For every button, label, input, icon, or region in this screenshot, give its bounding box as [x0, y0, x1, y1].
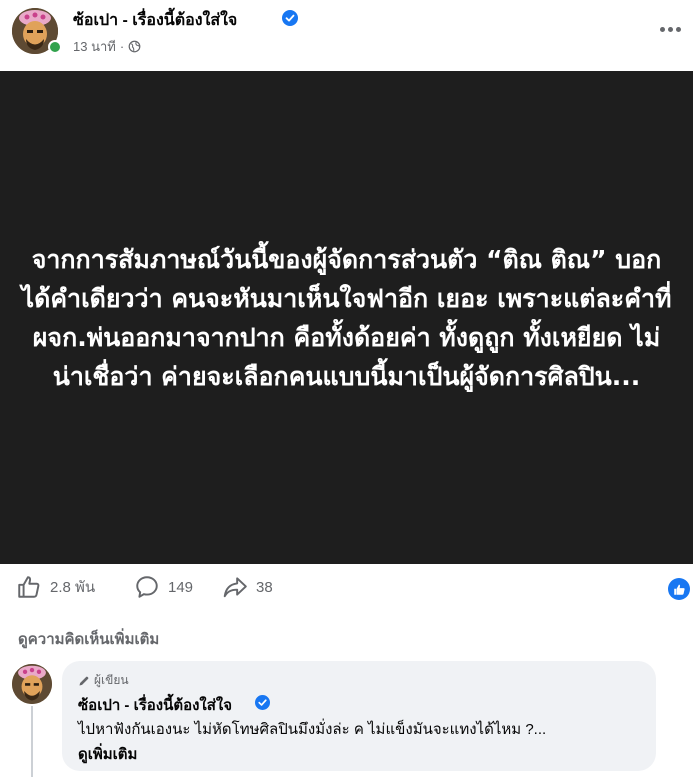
- reaction-thumb-icon: [673, 584, 685, 595]
- comment-button[interactable]: 149: [134, 574, 193, 600]
- comment-icon: [136, 576, 158, 598]
- verified-badge-icon: [282, 10, 298, 26]
- comment-thread-line: [31, 706, 33, 777]
- like-count: 2.8 พัน: [50, 579, 96, 596]
- post-time[interactable]: 13 นาที: [73, 36, 116, 57]
- more-options-icon: [659, 26, 665, 32]
- like-button[interactable]: 2.8 พัน: [16, 574, 95, 600]
- view-more-comments-link[interactable]: ดูความคิดเห็นเพิ่มเติม: [18, 627, 159, 651]
- author-avatar[interactable]: [12, 8, 64, 60]
- author-name[interactable]: ซ้อเปา - เรื่องนี้ต้องใส่ใจ: [73, 8, 237, 33]
- like-thumb-icon: [18, 576, 40, 598]
- comment-author-avatar[interactable]: [12, 664, 52, 704]
- comment-bubble: ผู้เขียน ซ้อเปา - เรื่องนี้ต้องใส่ใจ ไปห…: [62, 661, 656, 771]
- see-more-link[interactable]: ดูเพิ่มเติม: [78, 742, 137, 766]
- author-badge: ผู้เขียน: [78, 671, 129, 690]
- share-icon: [223, 577, 247, 598]
- avatar-illustration: [12, 664, 52, 704]
- verified-badge-icon: [255, 695, 270, 710]
- share-button[interactable]: 38: [222, 574, 273, 600]
- pencil-icon: [79, 676, 89, 685]
- meta-separator: ·: [119, 39, 125, 54]
- comment-text: ไปหาฟังกันเองนะ ไม่หัดโทษศิลปินมึงมั่งล่…: [78, 721, 547, 738]
- post-meta: 13 นาที ·: [73, 36, 141, 57]
- action-bar: 2.8 พัน 149 38: [0, 570, 693, 610]
- like-reaction-icon[interactable]: [668, 578, 690, 600]
- comment-author-name[interactable]: ซ้อเปา - เรื่องนี้ต้องใส่ใจ: [78, 693, 232, 717]
- author-badge-label: ผู้เขียน: [94, 673, 129, 687]
- comment-count: 149: [168, 578, 194, 596]
- more-options-button[interactable]: [652, 14, 688, 44]
- online-status-dot: [48, 40, 62, 54]
- globe-icon: [128, 40, 141, 53]
- share-count: 38: [256, 578, 273, 596]
- post-header: ซ้อเปา - เรื่องนี้ต้องใส่ใจ 13 นาที ·: [0, 0, 693, 70]
- post-image-text: จากการสัมภาษณ์วันนี้ของผู้จัดการส่วนตัว …: [21, 244, 672, 391]
- post-image[interactable]: จากการสัมภาษณ์วันนี้ของผู้จัดการส่วนตัว …: [0, 71, 693, 564]
